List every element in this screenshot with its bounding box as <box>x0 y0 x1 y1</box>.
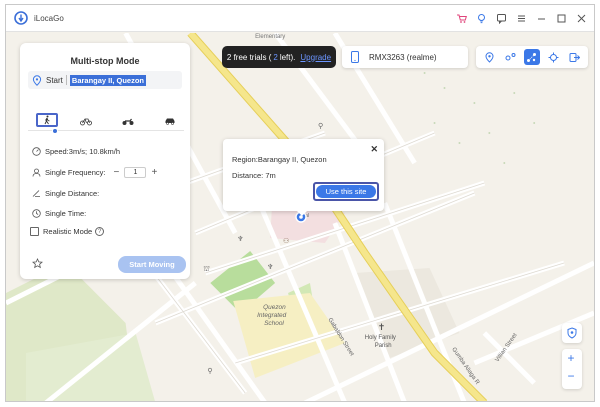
upgrade-link[interactable]: Upgrade <box>300 53 331 62</box>
frequency-decrement-button[interactable]: − <box>111 167 121 178</box>
church-icon: ✝ <box>378 323 386 333</box>
map-label-elementary: Elementary <box>255 34 285 40</box>
frequency-stepper: − 1 + <box>111 166 159 178</box>
frequency-increment-button[interactable]: + <box>149 167 159 178</box>
start-pin-icon <box>32 74 42 86</box>
menu-icon[interactable] <box>514 11 528 25</box>
car-icon <box>165 118 175 125</box>
title-bar: iLocaGo <box>6 5 594 32</box>
trial-banner: 2 free trials ( 2 left). Upgrade <box>222 46 336 68</box>
bulb-icon[interactable] <box>474 11 488 25</box>
start-separator <box>65 75 67 85</box>
realistic-mode-row[interactable]: Realistic Mode ? <box>30 227 105 236</box>
joystick-mode-button[interactable] <box>545 49 561 65</box>
bike-icon <box>80 118 92 126</box>
teleport-mode-button[interactable] <box>482 49 498 65</box>
zoom-control: + − <box>562 349 582 389</box>
two-spot-mode-button[interactable] <box>503 49 519 65</box>
popup-close-button[interactable]: ✕ <box>370 144 378 155</box>
app-title: iLocaGo <box>34 13 64 23</box>
shield-location-icon <box>567 327 577 339</box>
walk-icon <box>44 115 50 125</box>
two-pin-icon <box>505 52 516 60</box>
locate-button[interactable] <box>562 323 582 343</box>
favorite-star-icon[interactable] <box>32 258 43 269</box>
map-label-school-3: School <box>264 320 284 327</box>
start-moving-button[interactable]: Start Moving <box>118 256 186 273</box>
poi-icon: ♆ <box>267 263 273 271</box>
poi-icon: ♆ <box>237 235 243 243</box>
maximize-icon[interactable] <box>554 11 568 25</box>
device-selector[interactable]: RMX3263 (realme) <box>342 46 468 68</box>
frequency-input[interactable]: 1 <box>124 166 147 178</box>
phone-icon <box>351 51 359 63</box>
map-label-school-1: Quezon <box>263 304 286 311</box>
trial-prefix: 2 free trials ( <box>226 52 272 62</box>
start-location-field[interactable]: Start Barangay II, Quezon <box>28 71 182 89</box>
start-label: Start <box>46 75 63 85</box>
zoom-out-button[interactable]: − <box>562 367 580 385</box>
start-value[interactable]: Barangay II, Quezon <box>69 74 147 86</box>
map-label-holy-family-1: Holy Family <box>365 335 396 341</box>
app-window: iLocaGo Elementary Quezon Integrated Sch… <box>5 4 595 402</box>
distance-row: Single Distance: <box>30 187 99 199</box>
multi-stop-icon <box>527 52 537 62</box>
exit-icon <box>569 52 580 62</box>
distance-label: Single Distance: <box>45 188 100 198</box>
map-label-holy-family-2: Parish <box>375 343 392 349</box>
use-this-site-button[interactable]: Use this site <box>313 182 379 201</box>
poi-people-icon: ⚇ <box>283 237 289 245</box>
tower-icon: ⚲ <box>207 367 212 375</box>
chat-icon[interactable] <box>494 11 508 25</box>
help-icon[interactable]: ? <box>95 227 105 236</box>
frequency-label: Single Frequency: <box>45 167 106 177</box>
map-label-school-2: Integrated <box>257 312 286 319</box>
ruler-icon <box>32 189 40 197</box>
popup-tail <box>296 210 308 216</box>
speed-value: Speed:3m/s; 10.8km/h <box>45 146 121 156</box>
multi-stop-panel: Multi-stop Mode Start Barangay II, Quezo… <box>20 43 190 279</box>
popup-distance: Distance: 7m <box>232 171 276 180</box>
poi-icon: ⚲ <box>318 122 323 130</box>
use-this-site-label: Use this site <box>316 185 376 198</box>
multi-stop-mode-button[interactable] <box>523 49 540 65</box>
realistic-mode-label: Realistic Mode <box>43 227 93 236</box>
realistic-mode-checkbox[interactable] <box>30 227 39 236</box>
exit-button[interactable] <box>566 49 582 65</box>
time-row: Single Time: <box>30 207 86 219</box>
minimize-icon[interactable] <box>534 11 548 25</box>
car-mode-tab[interactable] <box>156 113 184 129</box>
close-icon[interactable] <box>574 11 588 25</box>
cart-icon[interactable] <box>454 11 468 25</box>
mode-toolbar <box>476 46 588 68</box>
location-popup: ✕ Region:Barangay II, Quezon Distance: 7… <box>223 139 384 211</box>
walk-mode-tab[interactable] <box>36 113 58 127</box>
travel-mode-tabs <box>28 113 184 131</box>
trial-count: 2 <box>273 52 278 62</box>
popup-region: Region:Barangay II, Quezon <box>232 155 327 164</box>
clock-icon <box>31 208 41 218</box>
trial-suffix: left). <box>279 52 296 62</box>
ilocago-logo-icon <box>14 11 28 25</box>
speed-row[interactable]: Speed:3m/s; 10.8km/h <box>30 145 120 157</box>
device-name: RMX3263 (realme) <box>369 52 437 62</box>
panel-title: Multi-stop Mode <box>70 56 140 66</box>
motorbike-mode-tab[interactable] <box>114 113 142 129</box>
motorbike-icon <box>122 118 134 125</box>
frequency-row: Single Frequency: − 1 + <box>30 166 159 178</box>
mode-indicator <box>52 128 58 134</box>
pin-icon <box>485 51 494 63</box>
bike-mode-tab[interactable] <box>72 113 100 129</box>
time-label: Single Time: <box>45 208 87 218</box>
crosshair-icon <box>548 52 559 62</box>
zoom-in-button[interactable]: + <box>562 349 580 367</box>
frequency-icon <box>32 168 40 177</box>
poi-icon: ⛫ <box>203 265 209 273</box>
speed-icon <box>31 146 41 156</box>
